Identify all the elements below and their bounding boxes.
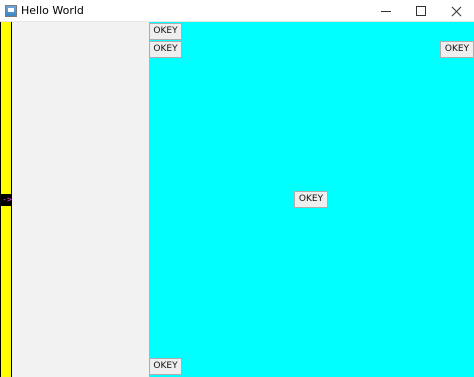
window-title: Hello World	[21, 4, 84, 17]
close-button[interactable]	[438, 0, 474, 22]
close-icon	[451, 6, 462, 17]
client-area: -> OKEY OKEY OKEY OKEY OKEY	[0, 22, 474, 377]
maximize-icon	[416, 6, 426, 16]
minimize-icon	[381, 10, 391, 12]
side-panel	[12, 22, 149, 377]
okey-button-bottom[interactable]: OKEY	[149, 358, 182, 375]
minimize-button[interactable]	[368, 0, 404, 22]
okey-button-left[interactable]: OKEY	[149, 41, 182, 58]
app-window-icon	[5, 5, 17, 17]
title-bar[interactable]: Hello World	[0, 0, 474, 22]
okey-button-right[interactable]: OKEY	[440, 41, 474, 58]
okey-button-center[interactable]: OKEY	[294, 191, 328, 208]
maximize-button[interactable]	[403, 0, 439, 22]
app-window: Hello World -> OKEY OKEY OKEY OKEY OKEY	[0, 0, 474, 377]
okey-button-top[interactable]: OKEY	[149, 23, 182, 40]
